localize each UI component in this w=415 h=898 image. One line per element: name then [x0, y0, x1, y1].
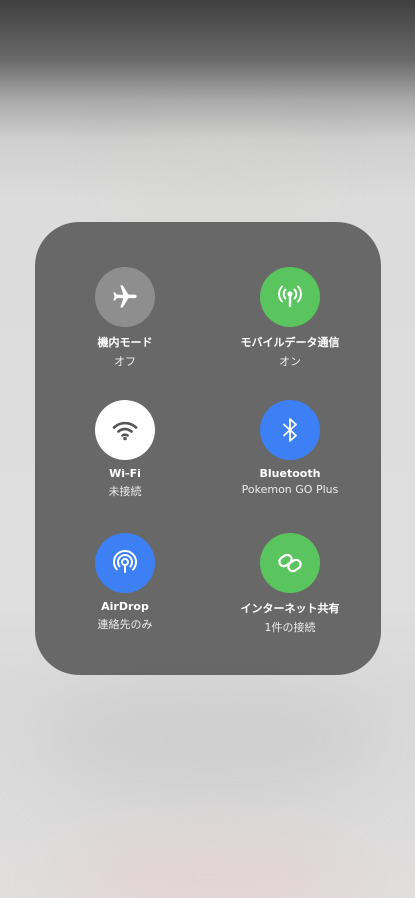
airplane-mode-status: オフ: [114, 355, 136, 368]
cellular-data-label: モバイルデータ通信: [240, 336, 340, 349]
airplane-mode-button[interactable]: [95, 267, 155, 327]
cellular-data-button[interactable]: [260, 267, 320, 327]
personal-hotspot-button[interactable]: [260, 533, 320, 593]
airdrop-icon: [110, 548, 140, 578]
airdrop-label: AirDrop: [101, 600, 149, 613]
cellular-data-status: オン: [279, 355, 301, 368]
airdrop-toggle[interactable]: AirDrop 連絡先のみ: [50, 533, 200, 643]
wifi-icon: [111, 418, 139, 442]
airdrop-status: 連絡先のみ: [97, 618, 153, 631]
bluetooth-label: Bluetooth: [259, 467, 321, 480]
bluetooth-status: Pokemon GO Plus: [241, 483, 339, 496]
background-blur: [60, 840, 360, 898]
background-blur: [120, 150, 320, 210]
cellular-data-toggle[interactable]: モバイルデータ通信 オン: [215, 267, 365, 377]
background-blur: [40, 680, 380, 800]
bluetooth-toggle[interactable]: Bluetooth Pokemon GO Plus: [215, 400, 365, 510]
airplane-mode-toggle[interactable]: 機内モード オフ: [50, 267, 200, 377]
bluetooth-icon: [279, 416, 301, 444]
wifi-label: Wi-Fi: [109, 467, 141, 480]
airplane-icon: [111, 283, 139, 311]
cellular-antenna-icon: [275, 282, 305, 312]
bluetooth-button[interactable]: [260, 400, 320, 460]
wifi-button[interactable]: [95, 400, 155, 460]
personal-hotspot-status: 1件の接続: [264, 621, 316, 634]
wifi-status: 未接続: [108, 485, 142, 498]
airdrop-button[interactable]: [95, 533, 155, 593]
personal-hotspot-toggle[interactable]: インターネット共有 1件の接続: [215, 533, 365, 643]
wifi-toggle[interactable]: Wi-Fi 未接続: [50, 400, 200, 510]
connectivity-panel: 機内モード オフ モバイルデータ通信 オン Wi-Fi 未接続 Bluetoot…: [35, 222, 381, 675]
personal-hotspot-icon: [275, 548, 305, 578]
airplane-mode-label: 機内モード: [97, 336, 153, 349]
personal-hotspot-label: インターネット共有: [240, 602, 340, 615]
